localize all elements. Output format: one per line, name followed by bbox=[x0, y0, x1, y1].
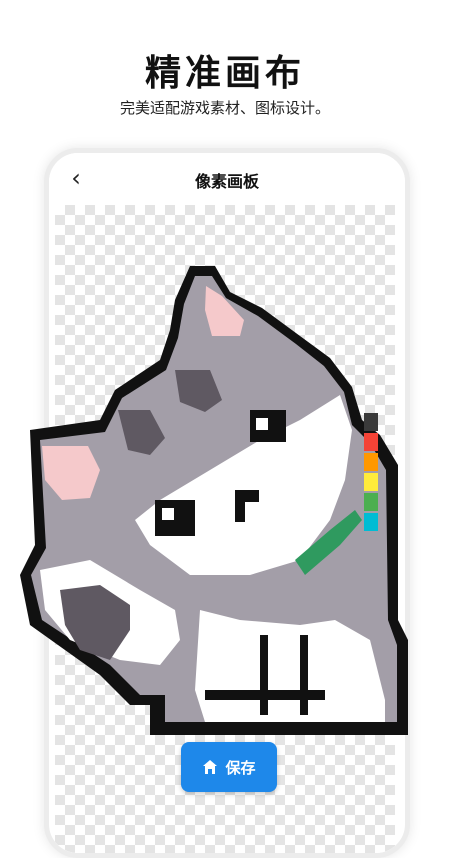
pixel-cat-artwork bbox=[20, 266, 408, 735]
home-icon bbox=[203, 760, 218, 774]
color-swatch[interactable] bbox=[364, 513, 378, 531]
save-button-label: 保存 bbox=[225, 758, 256, 777]
color-swatch[interactable] bbox=[364, 413, 378, 431]
color-swatch[interactable] bbox=[364, 473, 378, 491]
color-palette bbox=[364, 413, 378, 533]
save-button[interactable]: 保存 bbox=[181, 742, 277, 792]
color-swatch[interactable] bbox=[364, 453, 378, 471]
cat-eye-left bbox=[155, 500, 195, 536]
color-swatch[interactable] bbox=[364, 433, 378, 451]
cat-nose bbox=[235, 490, 259, 502]
color-swatch[interactable] bbox=[364, 493, 378, 511]
